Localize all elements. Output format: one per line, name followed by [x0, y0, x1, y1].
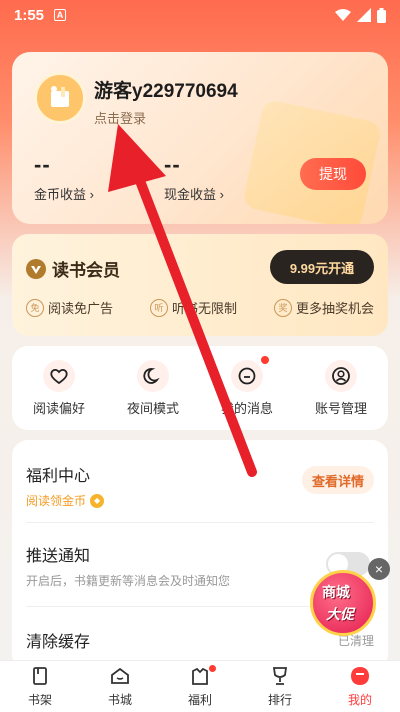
- message-icon: [231, 359, 263, 392]
- tab-label: 福利: [187, 693, 212, 707]
- vip-open-button[interactable]: 9.99元开通: [270, 250, 374, 284]
- status-time: 1:55: [14, 6, 45, 24]
- vip-badge-icon: [26, 258, 46, 279]
- tab-label: 书架: [27, 693, 52, 707]
- quick-action-label: 夜间模式: [126, 400, 179, 416]
- bookstore-icon: [111, 667, 129, 684]
- cash-income-label: 现金收益 ›: [164, 187, 224, 202]
- tab-ranking[interactable]: 排行: [240, 661, 320, 712]
- perk-label: 更多抽奖机会: [295, 301, 374, 316]
- notification-icon: A: [54, 9, 67, 21]
- unread-dot: [261, 355, 269, 364]
- login-link[interactable]: 点击登录: [94, 108, 146, 127]
- trophy-icon: [272, 667, 288, 685]
- battery-icon: [377, 7, 386, 23]
- promo-line2: 大促: [326, 606, 354, 622]
- avatar-book-icon: [51, 86, 69, 107]
- audio-icon: 听: [149, 298, 168, 317]
- gift-icon: [192, 667, 208, 685]
- cash-income-value: --: [164, 152, 181, 177]
- quick-actions: 阅读偏好 夜间模式 我的消息 账号管理: [12, 346, 388, 430]
- status-bar: 1:55 A: [0, 0, 400, 30]
- tab-welfare[interactable]: 福利: [160, 661, 240, 712]
- vip-perks: 免 阅读免广告 听 听书无限制 奖 更多抽奖机会: [26, 298, 374, 317]
- coin-icon: ◆: [90, 493, 105, 508]
- prize-icon: 奖: [273, 298, 292, 317]
- promo-line1: 商城: [322, 584, 350, 600]
- coin-income-label: 金币收益 ›: [34, 187, 94, 202]
- tab-bookstore[interactable]: 书城: [80, 661, 160, 712]
- reading-preference-button[interactable]: 阅读偏好: [19, 359, 99, 417]
- quick-action-label: 阅读偏好: [32, 400, 85, 416]
- profile-card: 游客y229770694 点击登录 -- 金币收益 › -- 现金收益 › 提现: [12, 52, 388, 224]
- bookshelf-icon: [33, 667, 47, 685]
- bottom-tab-bar: 书架 书城 福利 排行 我的: [0, 660, 400, 712]
- coin-income-value: --: [34, 152, 51, 177]
- status-icons: [335, 7, 386, 23]
- push-title: 推送通知: [26, 548, 91, 565]
- my-messages-button[interactable]: 我的消息: [207, 355, 287, 417]
- divider: [26, 522, 374, 523]
- perk-lottery: 奖 更多抽奖机会: [273, 298, 374, 317]
- vip-card[interactable]: 读书会员 9.99元开通 免 阅读免广告 听 听书无限制 奖 更多抽奖机会: [12, 234, 388, 336]
- view-details-button[interactable]: 查看详情: [302, 466, 374, 494]
- night-mode-button[interactable]: 夜间模式: [113, 359, 193, 417]
- unread-dot: [209, 665, 216, 672]
- account-management-button[interactable]: 账号管理: [301, 359, 381, 417]
- promo-badge: [310, 570, 376, 636]
- welfare-subtitle: 阅读领金币 ◆: [26, 492, 374, 509]
- moon-icon: [137, 359, 169, 392]
- user-icon: [325, 359, 357, 392]
- profile-icon: [351, 667, 369, 685]
- perk-no-ads: 免 阅读免广告: [26, 298, 113, 317]
- perk-unlimited-audio: 听 听书无限制: [149, 298, 237, 317]
- wifi-icon: [335, 9, 351, 21]
- coin-income[interactable]: -- 金币收益 ›: [34, 152, 94, 203]
- vip-title-text: 读书会员: [52, 261, 120, 280]
- avatar[interactable]: [34, 72, 86, 124]
- no-ads-icon: 免: [26, 298, 44, 317]
- tab-label: 排行: [267, 693, 292, 707]
- username: 游客y229770694: [94, 81, 238, 102]
- heart-icon: [43, 359, 75, 392]
- tab-mine[interactable]: 我的: [320, 661, 400, 712]
- tab-label: 我的: [347, 693, 372, 707]
- tab-label: 书城: [107, 693, 132, 707]
- quick-action-label: 账号管理: [314, 400, 367, 416]
- perk-label: 阅读免广告: [48, 301, 114, 316]
- cash-income[interactable]: -- 现金收益 ›: [164, 152, 224, 203]
- signal-icon: [357, 8, 371, 22]
- promo-close-icon[interactable]: ×: [368, 558, 390, 580]
- withdraw-button[interactable]: 提现: [300, 158, 366, 190]
- perk-label: 听书无限制: [171, 301, 237, 316]
- tab-bookshelf[interactable]: 书架: [0, 661, 80, 712]
- quick-action-label: 我的消息: [220, 400, 273, 416]
- vip-title: 读书会员: [26, 256, 120, 281]
